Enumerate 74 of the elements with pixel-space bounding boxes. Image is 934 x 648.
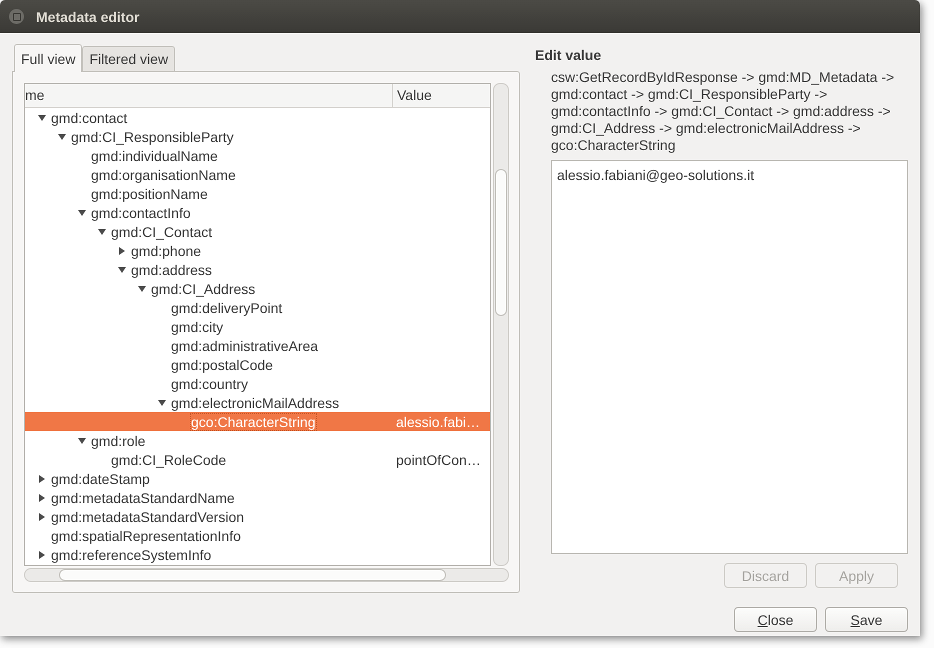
node-label: gmd:spatialRepresentationInfo [51, 528, 241, 544]
node-label: gmd:individualName [91, 148, 218, 164]
tree-row[interactable]: gmd:contactInfo [25, 203, 490, 222]
tree-row[interactable]: gmd:electronicMailAddress [25, 393, 490, 412]
expander-icon[interactable] [98, 228, 106, 236]
tab[interactable]: Full view [14, 44, 82, 72]
node-label: gmd:dateStamp [51, 470, 150, 486]
tab[interactable]: Filtered view [82, 46, 176, 71]
tree-row[interactable]: gmd:postalCode [25, 355, 490, 374]
expander-icon[interactable] [58, 132, 66, 140]
node-label: gmd:role [91, 432, 146, 448]
tree-row[interactable]: gmd:deliveryPoint [25, 298, 490, 317]
tree-row[interactable]: gmd:address [25, 260, 490, 279]
expander-icon[interactable] [78, 436, 86, 444]
horizontal-scrollbar[interactable] [24, 568, 509, 582]
node-label: gmd:referenceSystemInfo [51, 546, 212, 562]
expander-icon[interactable] [38, 512, 46, 520]
tree-row[interactable]: gmd:referenceSystemInfo [25, 545, 490, 564]
node-label: gmd:phone [131, 242, 202, 258]
node-label: gmd:address [131, 262, 212, 278]
node-label: gmd:organisationName [91, 166, 236, 182]
section-heading: Edit value [535, 47, 602, 63]
tree-row[interactable]: gmd:contact [25, 108, 490, 127]
tree-row[interactable]: gmd:CI_ResponsibleParty [25, 127, 490, 146]
node-label: gmd:positionName [91, 186, 208, 202]
expander-icon[interactable] [138, 284, 146, 292]
node-label: gmd:metadataStandardVersion [51, 508, 244, 524]
node-label: gmd:CI_Address [151, 280, 256, 296]
node-label: gmd:CI_RoleCode [111, 452, 226, 468]
expander-icon[interactable] [38, 474, 46, 482]
tree-row[interactable]: gmd:role [25, 431, 490, 450]
tree-row[interactable]: gmd:phone [25, 241, 490, 260]
node-label: gmd:CI_Contact [111, 224, 212, 240]
tree-row[interactable]: gmd:positionName [25, 184, 490, 203]
tree-row[interactable]: gmd:spatialRepresentationInfo [25, 526, 490, 545]
node-label: gmd:metadataStandardName [51, 490, 235, 506]
dialog-button[interactable]: Close [734, 607, 817, 632]
node-label: gco:CharacterString [191, 414, 316, 430]
node-value: alessio.fabi… [396, 414, 480, 430]
node-label: gmd:administrativeArea [171, 338, 318, 354]
tree-row[interactable]: gmd:country [25, 374, 490, 393]
node-label: gmd:city [171, 318, 224, 334]
node-value: pointOfCon… [396, 452, 481, 468]
tree-row[interactable]: gmd:dateStamp [25, 469, 490, 488]
tree-row[interactable]: gmd:CI_RoleCode pointOfCon… [25, 450, 490, 469]
tree-row[interactable]: gmd:city [25, 317, 490, 336]
tree-row[interactable]: gmd:CI_Contact [25, 222, 490, 241]
tree-row[interactable]: gmd:metadataStandardVersion [25, 507, 490, 526]
node-label: gmd:contact [51, 110, 128, 126]
tree-row[interactable]: gmd:administrativeArea [25, 336, 490, 355]
node-label: gmd:country [171, 376, 248, 392]
expander-icon[interactable] [38, 114, 46, 122]
expander-icon[interactable] [78, 208, 86, 216]
tree-row[interactable]: gmd:CI_Address [25, 279, 490, 298]
node-label: gmd:deliveryPoint [171, 300, 282, 316]
element-path: csw:GetRecordByIdResponse -> gmd:MD_Metadata -> gmd:contact -> gmd:CI_ResponsibleParty -> gmd:contactInfo -> gmd:CI_Contact -> gmd:address -> gmd:CI_Address -> gmd:electronicMailAddress -> gco:CharacterString [551, 69, 896, 154]
tree-row[interactable]: gmd:metadataStandardName [25, 488, 490, 507]
node-label: gmd:contactInfo [91, 204, 191, 220]
node-label: gmd:CI_ResponsibleParty [71, 128, 234, 144]
node-label: gmd:electronicMailAddress [171, 394, 340, 410]
column-header[interactable]: me [25, 84, 393, 107]
expander-icon[interactable] [38, 550, 46, 558]
tree-row[interactable]: gmd:organisationName [25, 165, 490, 184]
dialog-button[interactable]: Save [825, 607, 908, 632]
tree-row[interactable]: gmd:individualName [25, 146, 490, 165]
value-text-area[interactable]: alessio.fabiani@geo-solutions.it [551, 160, 908, 554]
vertical-scrollbar[interactable] [493, 83, 509, 566]
expander-icon[interactable] [118, 266, 126, 274]
expander-icon[interactable] [158, 398, 166, 406]
expander-icon[interactable] [118, 246, 126, 254]
expander-icon[interactable] [38, 494, 46, 502]
node-label: gmd:postalCode [171, 356, 273, 372]
window-title: Metadata editor [36, 8, 140, 24]
column-header[interactable]: Value [393, 84, 490, 107]
